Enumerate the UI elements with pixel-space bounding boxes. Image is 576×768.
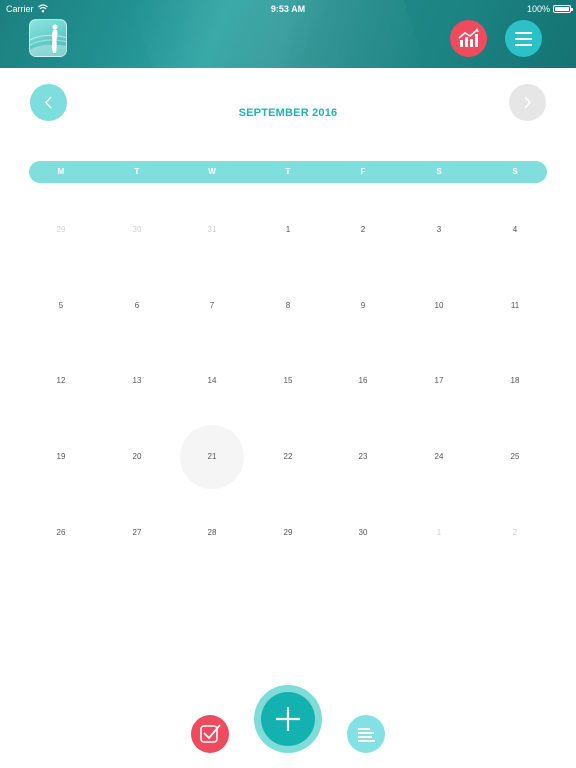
calendar-day-outside-month[interactable]: 2 bbox=[495, 526, 535, 540]
calendar-day[interactable]: 2 bbox=[343, 223, 383, 237]
calendar-day[interactable]: 15 bbox=[268, 374, 308, 388]
weekday-label: T bbox=[285, 167, 291, 176]
calendar-day[interactable]: 23 bbox=[343, 450, 383, 464]
calendar-day[interactable]: 16 bbox=[343, 374, 383, 388]
calendar-day-outside-month[interactable]: 31 bbox=[192, 223, 232, 237]
menu-button[interactable] bbox=[505, 20, 542, 57]
calendar-day[interactable]: 20 bbox=[117, 450, 157, 464]
calendar-day[interactable]: 12 bbox=[41, 374, 81, 388]
next-month-button[interactable] bbox=[509, 84, 546, 121]
battery-percent: 100% bbox=[526, 4, 550, 14]
calendar-day[interactable]: 7 bbox=[192, 299, 232, 313]
month-title: SEPTEMBER 2016 bbox=[238, 107, 338, 119]
status-time: 9:53 AM bbox=[270, 4, 306, 14]
calendar-day[interactable]: 13 bbox=[117, 374, 157, 388]
weekday-label: T bbox=[134, 167, 140, 176]
stats-button[interactable] bbox=[450, 20, 487, 57]
weekday-label: W bbox=[208, 167, 216, 176]
app-logo[interactable] bbox=[29, 19, 67, 57]
calendar-day[interactable]: 28 bbox=[192, 526, 232, 540]
calendar-day[interactable]: 14 bbox=[192, 374, 232, 388]
calendar-day[interactable]: 4 bbox=[495, 223, 535, 237]
calendar-day[interactable]: 1 bbox=[268, 223, 308, 237]
weekday-label: S bbox=[512, 167, 518, 176]
chart-icon bbox=[458, 28, 479, 47]
calendar-day[interactable]: 3 bbox=[419, 223, 459, 237]
weekday-label: S bbox=[436, 167, 442, 176]
checkbox-icon bbox=[200, 724, 221, 743]
calendar-day-outside-month[interactable]: 30 bbox=[117, 223, 157, 237]
calendar-day[interactable]: 9 bbox=[343, 299, 383, 313]
status-bar: Carrier 9:53 AM 100% bbox=[0, 0, 576, 18]
weekday-header: M T W T F S S bbox=[29, 161, 547, 183]
calendar-day[interactable]: 24 bbox=[419, 450, 459, 464]
calendar-day[interactable]: 8 bbox=[268, 299, 308, 313]
calendar-day[interactable]: 17 bbox=[419, 374, 459, 388]
plus-icon bbox=[276, 707, 300, 731]
calendar-day[interactable]: 25 bbox=[495, 450, 535, 464]
calendar-day[interactable]: 22 bbox=[268, 450, 308, 464]
calendar-day-outside-month[interactable]: 29 bbox=[41, 223, 81, 237]
calendar-day-outside-month[interactable]: 1 bbox=[419, 526, 459, 540]
calendar-day[interactable]: 29 bbox=[268, 526, 308, 540]
calendar-day[interactable]: 10 bbox=[419, 299, 459, 313]
weekday-label: F bbox=[360, 167, 366, 176]
calendar-day-today[interactable]: 21 bbox=[192, 450, 232, 464]
calendar-day[interactable]: 5 bbox=[41, 299, 81, 313]
add-button[interactable] bbox=[261, 692, 315, 746]
chevron-right-icon bbox=[524, 96, 531, 109]
calendar-day[interactable]: 19 bbox=[41, 450, 81, 464]
calendar-day[interactable]: 30 bbox=[343, 526, 383, 540]
calendar-day[interactable]: 27 bbox=[117, 526, 157, 540]
battery-icon bbox=[553, 5, 573, 13]
calendar-day[interactable]: 26 bbox=[41, 526, 81, 540]
calendar-day[interactable]: 11 bbox=[495, 299, 535, 313]
notes-button[interactable] bbox=[347, 715, 385, 753]
weekday-label: M bbox=[57, 167, 65, 176]
app-header: Carrier 9:53 AM 100% bbox=[0, 0, 576, 68]
calendar-day[interactable]: 6 bbox=[117, 299, 157, 313]
woman-silhouette-logo-icon bbox=[30, 24, 66, 56]
checklist-button[interactable] bbox=[191, 715, 229, 753]
calendar-day[interactable]: 18 bbox=[495, 374, 535, 388]
